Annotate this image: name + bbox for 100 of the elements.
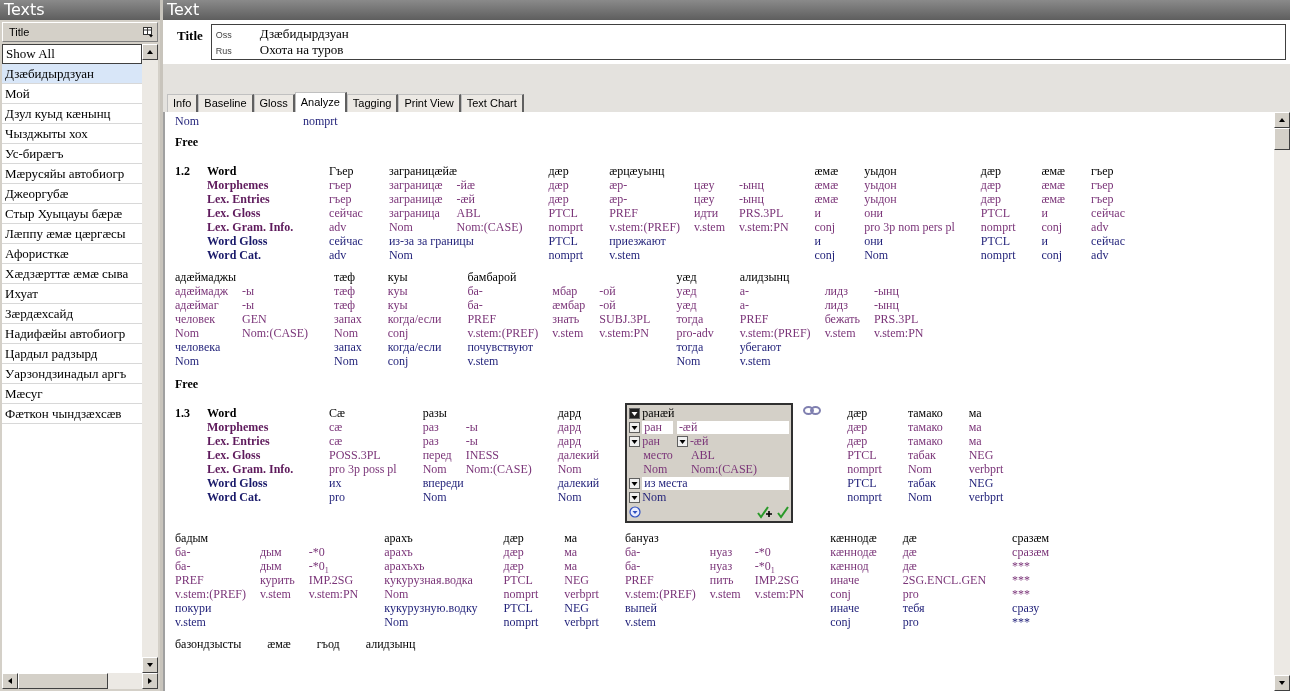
morpheme-text: æмæ <box>814 178 839 192</box>
arrow-left-icon <box>6 677 14 685</box>
word-category-text: v.stem <box>739 354 772 368</box>
lex-entry-text: дым <box>259 559 283 573</box>
lex-gloss-text: PTCL <box>847 448 878 462</box>
word-text: кæннодæ <box>830 531 877 545</box>
word-gloss-text: кукурузную.водку <box>384 601 478 615</box>
word-category-text: conj <box>830 615 852 629</box>
tab[interactable]: Print View <box>398 94 461 112</box>
language-label: Oss <box>215 30 233 40</box>
morpheme-field[interactable]: ран <box>642 420 673 434</box>
title-field[interactable]: Oss Дзæбидырдзуан Rus Охота на туров <box>210 24 1286 60</box>
sentence-number: 1.3 <box>175 406 191 420</box>
tier-label: Lex. Gloss <box>207 206 262 220</box>
tab[interactable]: Baseline <box>198 94 254 112</box>
morpheme-text: -ы <box>465 420 479 434</box>
lex-gloss-text: SUBJ.3PL <box>599 312 651 326</box>
word-text: æрцæуынц <box>609 164 666 178</box>
vertical-scrollbar[interactable] <box>142 44 158 673</box>
tier-label: Word <box>207 406 238 420</box>
lex-gloss-text: GEN <box>242 312 268 326</box>
word-category-text: conj <box>1041 248 1064 262</box>
pane-title: Text <box>163 0 1290 20</box>
lex-entry-text: а- <box>739 298 751 312</box>
morpheme-text: -ой <box>599 284 617 298</box>
lex-entry-text: нуаз <box>709 559 734 573</box>
column-chooser-icon[interactable] <box>143 26 154 38</box>
tier-label: Lex. Gram. Info. <box>207 462 295 476</box>
lex-entry-text: дæр <box>980 192 1002 206</box>
lex-gloss-text: *** <box>1012 573 1032 587</box>
lex-gloss-text: ABL <box>689 448 716 462</box>
tier-label: Word Gloss <box>207 234 269 248</box>
word-category-text: nomprt <box>980 248 1016 262</box>
tab[interactable]: Text Chart <box>460 94 524 112</box>
title-text: Дзæбидырдзуан <box>259 26 349 42</box>
gram-info-text: v.stem:PN <box>739 220 789 234</box>
word-text: тамако <box>907 406 943 420</box>
tab[interactable]: Analyze <box>294 92 347 112</box>
word-gloss-text: убегают <box>739 340 783 354</box>
tab[interactable]: Tagging <box>346 94 399 112</box>
check-icon[interactable] <box>777 505 790 519</box>
word-gloss-field[interactable]: из места <box>642 476 790 490</box>
word-category-text: nomprt <box>847 490 882 504</box>
lex-entry-text: дард <box>557 434 583 448</box>
scrollbar-thumb[interactable] <box>18 673 108 689</box>
word-gloss-text: NEG <box>564 601 590 615</box>
vertical-scrollbar[interactable] <box>1274 112 1290 691</box>
lex-entry-text: -ы <box>465 434 479 448</box>
lex-entry-text: дæ <box>902 559 918 573</box>
dropdown-icon[interactable] <box>629 407 641 419</box>
morpheme-text: уыдон <box>864 178 898 192</box>
tab[interactable]: Gloss <box>253 94 295 112</box>
dropdown-icon[interactable] <box>629 421 641 433</box>
text-list-item[interactable]: Дзæбидырдзуан <box>2 64 142 84</box>
morpheme-text: -ы <box>242 284 256 298</box>
dropdown-icon[interactable] <box>629 491 641 503</box>
filter-field[interactable]: Show All <box>2 44 142 64</box>
word-text: æмæ <box>1041 164 1066 178</box>
morpheme-text: кæннодæ <box>830 545 877 559</box>
lex-gloss-text: курить <box>259 573 295 587</box>
word-text: алидзынц <box>365 637 416 651</box>
word-gloss-text: впереди <box>422 476 465 490</box>
word-text: дæ <box>902 531 918 545</box>
lex-entry-text: ма <box>968 434 983 448</box>
horizontal-scrollbar[interactable] <box>2 673 158 689</box>
word-category-text: Nom <box>557 490 583 504</box>
dropdown-icon[interactable] <box>629 477 641 489</box>
word-category-text: Nom <box>676 354 702 368</box>
link-icon[interactable] <box>803 406 822 415</box>
word-gloss-text: приезжают <box>609 234 667 248</box>
dropdown-icon[interactable] <box>676 435 688 447</box>
lex-entry-text: ба- <box>467 298 484 312</box>
arrow-right-icon <box>146 677 154 685</box>
word-gloss-text: NEG <box>968 476 995 490</box>
column-header[interactable]: Title <box>2 22 158 42</box>
title-label: Title <box>177 27 203 44</box>
word-text: уæд <box>676 270 698 284</box>
gram-info-text: v.stem:PN <box>599 326 650 340</box>
word-gloss-text: PTCL <box>503 601 534 615</box>
tab[interactable]: Info <box>167 94 199 112</box>
scrollbar-thumb[interactable] <box>1274 128 1290 150</box>
lex-gloss-text: PREF <box>609 206 639 220</box>
word-gloss-text: их <box>329 476 343 490</box>
check-plus-icon[interactable] <box>757 505 774 519</box>
dropdown-icon[interactable] <box>629 435 641 447</box>
word-gloss-text: человека <box>175 340 222 354</box>
arrow-down-icon <box>146 661 154 669</box>
word-gloss-text: выпей <box>624 601 658 615</box>
morpheme-text: æмæ <box>1041 178 1066 192</box>
morpheme-field[interactable]: -æй <box>676 420 790 434</box>
word-category-text: v.stem <box>609 248 642 262</box>
tier-label: Morphemes <box>207 420 270 434</box>
tier-label: Lex. Entries <box>207 434 271 448</box>
circle-down-icon[interactable] <box>629 506 642 518</box>
word-gloss-text: сейчас <box>329 234 363 248</box>
morpheme-text: æр- <box>609 178 629 192</box>
gram-info-text: v.stem:PN <box>308 587 359 601</box>
gram-info-text: Nom:(CASE) <box>465 462 532 476</box>
word-gloss-text: PTCL <box>847 476 878 490</box>
word-gloss-text: PTCL <box>980 234 1012 248</box>
